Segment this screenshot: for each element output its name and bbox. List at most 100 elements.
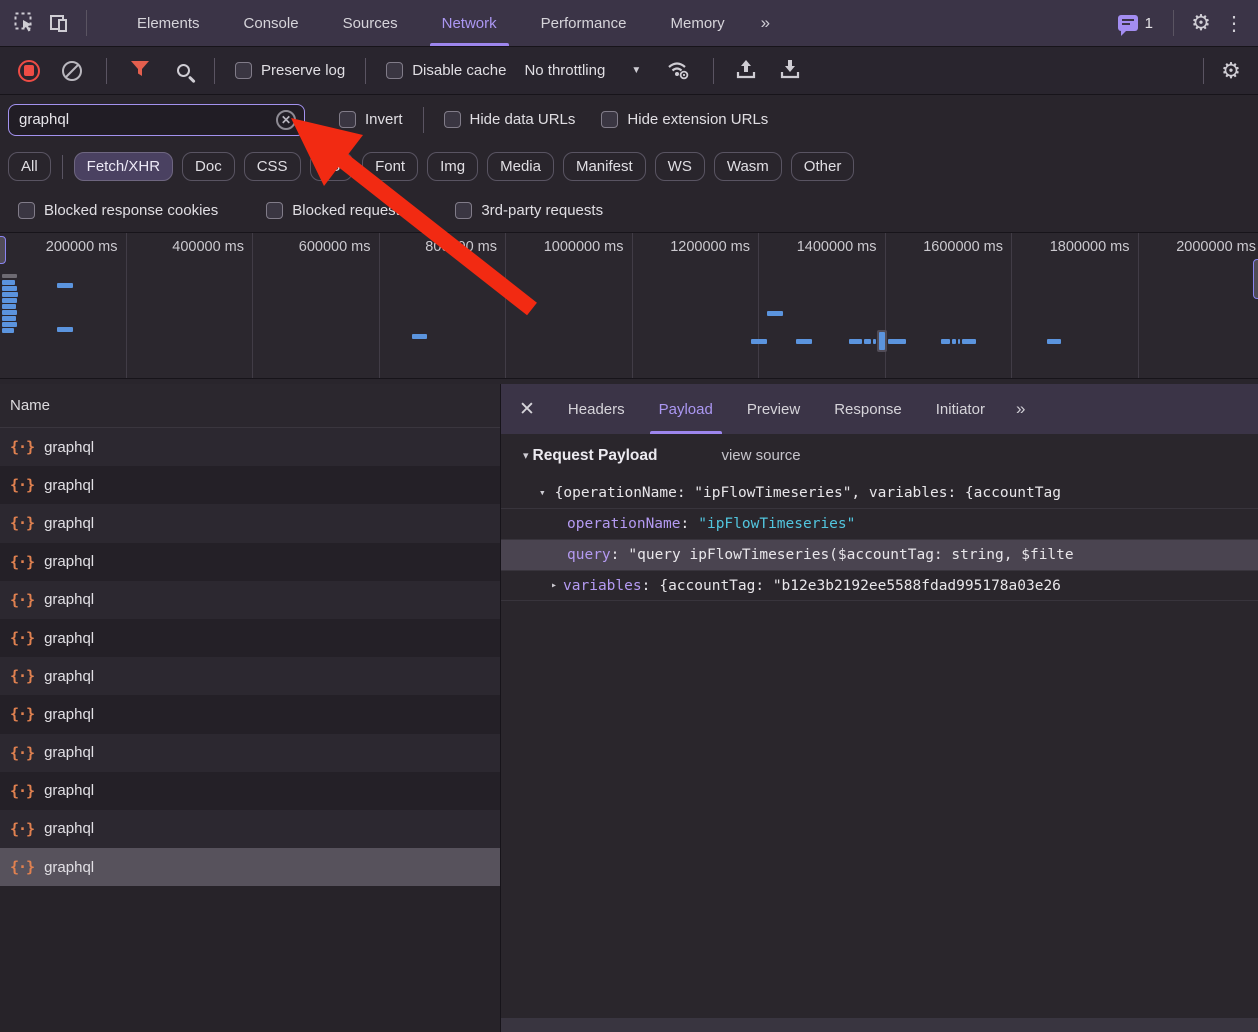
issues-button[interactable]: 1 <box>1118 15 1153 32</box>
blocked-requests-checkbox[interactable]: Blocked requests <box>266 202 407 219</box>
overview-right-handle[interactable] <box>1253 259 1258 299</box>
clear-network-log-icon[interactable] <box>62 61 82 81</box>
fetch-xhr-icon: {·} <box>10 858 34 876</box>
request-row[interactable]: {·}graphql <box>0 695 500 733</box>
request-row[interactable]: {·}graphql <box>0 848 500 886</box>
network-overview-timeline[interactable]: 200000 ms400000 ms600000 ms800000 ms1000… <box>0 233 1258 379</box>
tab-performance[interactable]: Performance <box>519 0 649 46</box>
inspect-element-icon[interactable] <box>8 6 42 40</box>
name-column-header[interactable]: Name <box>0 384 500 428</box>
waterfall-bar <box>941 339 950 344</box>
chip-fetch-xhr[interactable]: Fetch/XHR <box>74 152 173 181</box>
request-name: graphql <box>44 668 94 685</box>
chip-other[interactable]: Other <box>791 152 855 181</box>
request-name: graphql <box>44 553 94 570</box>
clear-filter-icon[interactable]: ✕ <box>276 110 296 130</box>
payload-row-operationName[interactable]: operationName:"ipFlowTimeseries" <box>501 508 1258 539</box>
hide-extension-urls-checkbox[interactable]: Hide extension URLs <box>601 111 768 128</box>
throttling-select[interactable]: No throttling ▼ <box>524 62 641 79</box>
kebab-menu-icon[interactable]: ⋮ <box>1218 11 1250 36</box>
detail-tab-response[interactable]: Response <box>817 384 919 434</box>
import-har-icon[interactable] <box>734 57 758 85</box>
collapse-triangle-icon[interactable]: ▾ <box>523 449 529 462</box>
overview-left-handle[interactable] <box>0 236 6 264</box>
detail-tab-headers[interactable]: Headers <box>551 384 642 434</box>
timeline-tick-label: 1400000 ms <box>797 239 877 378</box>
request-row[interactable]: {·}graphql <box>0 504 500 542</box>
request-row[interactable]: {·}graphql <box>0 734 500 772</box>
waterfall-bar <box>2 316 16 321</box>
preserve-log-checkbox[interactable]: Preserve log <box>235 62 345 79</box>
chip-img[interactable]: Img <box>427 152 478 181</box>
chip-js[interactable]: JS <box>310 152 354 181</box>
network-conditions-icon[interactable] <box>665 57 693 85</box>
waterfall-bar <box>2 322 17 327</box>
chip-all[interactable]: All <box>8 152 51 181</box>
hide-extension-urls-label: Hide extension URLs <box>627 111 768 128</box>
request-row[interactable]: {·}graphql <box>0 810 500 848</box>
fetch-xhr-icon: {·} <box>10 782 34 800</box>
tab-sources[interactable]: Sources <box>321 0 420 46</box>
disable-cache-checkbox[interactable]: Disable cache <box>386 62 506 79</box>
blocked-response-cookies-checkbox[interactable]: Blocked response cookies <box>18 202 218 219</box>
device-toolbar-icon[interactable] <box>42 6 76 40</box>
hide-data-urls-checkbox[interactable]: Hide data URLs <box>444 111 576 128</box>
expand-triangle-icon[interactable]: ▾ <box>539 486 546 499</box>
detail-tab-initiator[interactable]: Initiator <box>919 384 1002 434</box>
filter-icon[interactable] <box>129 59 151 83</box>
invert-checkbox[interactable]: Invert <box>339 111 403 128</box>
request-name: graphql <box>44 820 94 837</box>
detail-tab-payload[interactable]: Payload <box>642 384 730 434</box>
timeline-tick-label: 1000000 ms <box>544 239 624 378</box>
request-row[interactable]: {·}graphql <box>0 428 500 466</box>
request-row[interactable]: {·}graphql <box>0 466 500 504</box>
chip-css[interactable]: CSS <box>244 152 301 181</box>
view-source-link[interactable]: view source <box>721 447 800 464</box>
tab-memory[interactable]: Memory <box>649 0 747 46</box>
payload-row-query[interactable]: query:"query ipFlowTimeseries($accountTa… <box>501 539 1258 570</box>
fetch-xhr-icon: {·} <box>10 553 34 571</box>
waterfall-bar <box>962 339 976 344</box>
chip-ws[interactable]: WS <box>655 152 705 181</box>
horizontal-scrollbar[interactable] <box>501 1018 1258 1032</box>
request-row[interactable]: {·}graphql <box>0 619 500 657</box>
filter-input[interactable] <box>19 111 276 128</box>
tab-network[interactable]: Network <box>420 0 519 46</box>
detail-tab-preview[interactable]: Preview <box>730 384 817 434</box>
tab-console[interactable]: Console <box>222 0 321 46</box>
chip-manifest[interactable]: Manifest <box>563 152 646 181</box>
chip-doc[interactable]: Doc <box>182 152 235 181</box>
3rd-party-requests-checkbox[interactable]: 3rd-party requests <box>455 202 603 219</box>
checkbox-icon <box>339 111 356 128</box>
export-har-icon[interactable] <box>778 57 802 85</box>
payload-separator: : <box>681 516 690 532</box>
fetch-xhr-icon: {·} <box>10 591 34 609</box>
settings-gear-icon[interactable]: ⚙ <box>1184 6 1218 40</box>
timeline-tick: 1000000 ms <box>506 233 633 378</box>
request-row[interactable]: {·}graphql <box>0 581 500 619</box>
close-details-icon[interactable]: ✕ <box>505 398 551 421</box>
waterfall-bar <box>958 339 960 344</box>
expand-triangle-icon[interactable]: ▸ <box>551 580 557 591</box>
waterfall-bar <box>796 339 812 344</box>
chip-font[interactable]: Font <box>362 152 418 181</box>
request-row[interactable]: {·} graphql <box>0 772 500 810</box>
record-network-log-button[interactable] <box>18 60 40 82</box>
more-detail-tabs-icon[interactable]: » <box>1002 399 1037 419</box>
search-icon[interactable] <box>177 64 190 77</box>
more-tabs-icon[interactable]: » <box>747 13 782 33</box>
chip-wasm[interactable]: Wasm <box>714 152 782 181</box>
request-row[interactable]: {·} graphql <box>0 543 500 581</box>
request-row[interactable]: {·}graphql <box>0 657 500 695</box>
payload-root-row[interactable]: ▾ {operationName: "ipFlowTimeseries", va… <box>501 477 1258 508</box>
network-settings-gear-icon[interactable]: ⚙ <box>1214 54 1248 88</box>
filter-input-wrap: ✕ <box>8 104 305 136</box>
divider <box>214 58 215 84</box>
waterfall-bar <box>873 339 876 344</box>
divider <box>62 155 63 179</box>
payload-row-variables[interactable]: ▸variables:{accountTag: "b12e3b2192ee558… <box>501 570 1258 601</box>
tab-elements[interactable]: Elements <box>115 0 222 46</box>
request-name: graphql <box>44 782 94 799</box>
chip-media[interactable]: Media <box>487 152 554 181</box>
request-name: graphql <box>44 477 94 494</box>
